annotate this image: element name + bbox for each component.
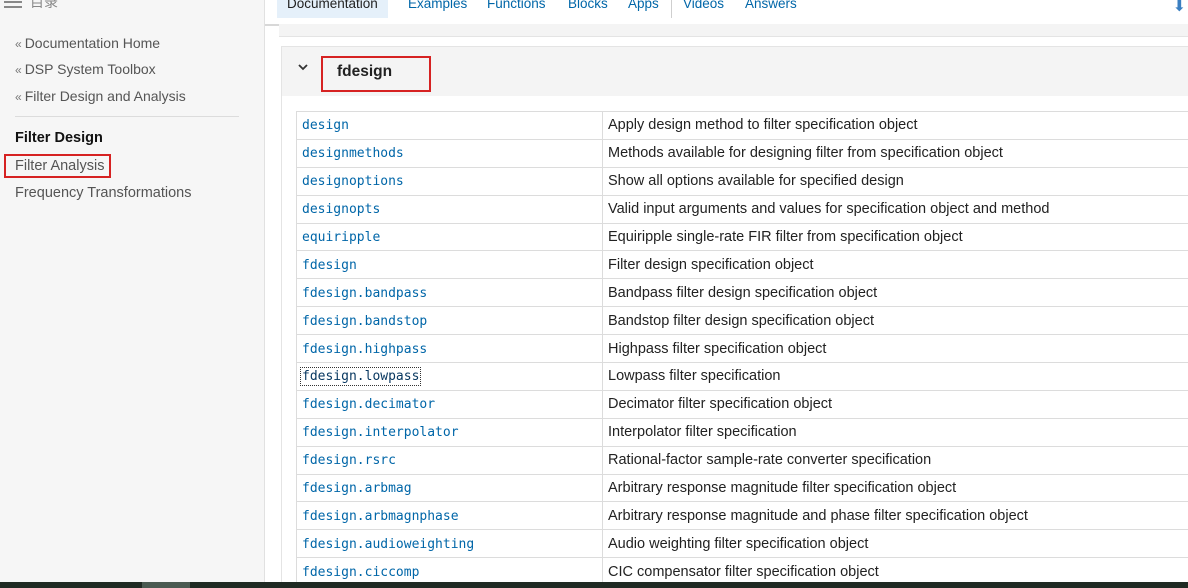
nav-underline-strip bbox=[279, 24, 1188, 37]
tab-apps[interactable]: Apps bbox=[628, 0, 659, 14]
table-row: fdesign.bandpass Bandpass filter design s… bbox=[296, 278, 1188, 308]
nav-divider bbox=[671, 0, 672, 18]
tab-answers[interactable]: Answers bbox=[745, 0, 797, 14]
function-description: Methods available for designing filter f… bbox=[602, 138, 1188, 168]
function-link[interactable]: designmethods bbox=[302, 146, 404, 161]
hamburger-icon bbox=[4, 0, 22, 8]
function-link[interactable]: fdesign.rsrc bbox=[302, 453, 396, 468]
tab-videos[interactable]: Videos bbox=[683, 0, 724, 14]
function-link[interactable]: fdesign.bandstop bbox=[302, 314, 427, 329]
function-description: Interpolator filter specification bbox=[602, 417, 1188, 447]
function-link[interactable]: fdesign.interpolator bbox=[302, 425, 459, 440]
function-description: Filter design specification object bbox=[602, 250, 1188, 280]
function-description: Audio weighting filter specification obj… bbox=[602, 529, 1188, 559]
function-name-cell: fdesign.rsrc bbox=[296, 445, 603, 475]
chevron-down-icon[interactable] bbox=[298, 62, 308, 72]
back-chevron-icon: « bbox=[15, 37, 22, 51]
function-name-cell: fdesign.bandstop bbox=[296, 306, 603, 336]
breadcrumb-filter-design-analysis[interactable]: «Filter Design and Analysis bbox=[15, 88, 186, 104]
table-row: fdesign.rsrc Rational-factor sample-rate … bbox=[296, 445, 1188, 475]
function-link[interactable]: fdesign.highpass bbox=[302, 342, 427, 357]
top-nav: Documentation Examples Functions Blocks … bbox=[265, 0, 1188, 26]
toc-toggle[interactable]: 目录 bbox=[4, 0, 58, 12]
annotation-highlight-box bbox=[321, 56, 431, 92]
table-row: fdesign Filter design specification objec… bbox=[296, 250, 1188, 280]
function-name-cell: designoptions bbox=[296, 166, 603, 196]
function-link[interactable]: fdesign.lowpass bbox=[299, 367, 422, 387]
function-description: Bandstop filter design specification obj… bbox=[602, 306, 1188, 336]
function-link[interactable]: fdesign.bandpass bbox=[302, 286, 427, 301]
table-row: fdesign.highpass Highpass filter specific… bbox=[296, 334, 1188, 364]
table-row: design Apply design method to filter spec… bbox=[296, 111, 1188, 140]
function-description: Valid input arguments and values for spe… bbox=[602, 194, 1188, 224]
table-row: fdesign.interpolator Interpolator filter … bbox=[296, 417, 1188, 447]
function-link[interactable]: fdesign bbox=[302, 258, 357, 273]
breadcrumb-documentation-home[interactable]: «Documentation Home bbox=[15, 35, 160, 51]
function-name-cell: fdesign.bandpass bbox=[296, 278, 603, 308]
table-row: fdesign.lowpass Lowpass filter specificat… bbox=[296, 362, 1188, 391]
annotation-highlight-box bbox=[4, 154, 111, 178]
function-link[interactable]: designoptions bbox=[302, 174, 404, 189]
sidebar-divider bbox=[15, 116, 239, 117]
function-name-cell: fdesign.audioweighting bbox=[296, 529, 603, 559]
taskbar bbox=[0, 582, 1188, 588]
function-link[interactable]: equiripple bbox=[302, 230, 380, 245]
function-description: Bandpass filter design specification obj… bbox=[602, 278, 1188, 308]
function-description: Apply design method to filter specificat… bbox=[602, 111, 1188, 140]
sidebar-item-frequency-transformations[interactable]: Frequency Transformations bbox=[15, 185, 192, 201]
download-arrow-icon[interactable]: ⬇ bbox=[1173, 0, 1186, 15]
tab-documentation[interactable]: Documentation bbox=[277, 0, 388, 18]
function-link[interactable]: design bbox=[302, 118, 349, 133]
function-name-cell: equiripple bbox=[296, 222, 603, 252]
function-name-cell: designopts bbox=[296, 194, 603, 224]
function-link[interactable]: fdesign.audioweighting bbox=[302, 537, 474, 552]
function-description: Lowpass filter specification bbox=[602, 362, 1188, 391]
function-name-cell: fdesign.interpolator bbox=[296, 417, 603, 447]
sidebar: 目录 «Documentation Home «DSP System Toolb… bbox=[0, 0, 265, 582]
function-link[interactable]: fdesign.arbmag bbox=[302, 481, 412, 496]
function-name-cell: fdesign.arbmagnphase bbox=[296, 501, 603, 531]
table-row: fdesign.arbmag Arbitrary response magnitu… bbox=[296, 473, 1188, 503]
breadcrumb-label: DSP System Toolbox bbox=[24, 61, 156, 77]
breadcrumb-dsp-system-toolbox[interactable]: «DSP System Toolbox bbox=[15, 61, 156, 77]
function-name-cell: fdesign.lowpass bbox=[296, 362, 603, 391]
table-row: designoptions Show all options available … bbox=[296, 166, 1188, 196]
function-link[interactable]: designopts bbox=[302, 202, 380, 217]
tab-examples[interactable]: Examples bbox=[408, 0, 467, 14]
table-row: fdesign.decimator Decimator filter specif… bbox=[296, 389, 1188, 419]
function-description: Show all options available for specified… bbox=[602, 166, 1188, 196]
function-description: Arbitrary response magnitude and phase f… bbox=[602, 501, 1188, 531]
back-chevron-icon: « bbox=[15, 63, 22, 77]
function-description: Arbitrary response magnitude filter spec… bbox=[602, 473, 1188, 503]
table-row: fdesign.audioweighting Audio weighting fi… bbox=[296, 529, 1188, 559]
sidebar-item-filter-design[interactable]: Filter Design bbox=[15, 130, 103, 146]
function-description: Equiripple single-rate FIR filter from s… bbox=[602, 222, 1188, 252]
tab-functions[interactable]: Functions bbox=[487, 0, 546, 14]
function-link[interactable]: fdesign.decimator bbox=[302, 397, 435, 412]
function-name-cell: fdesign.arbmag bbox=[296, 473, 603, 503]
table-row: fdesign.bandstop Bandstop filter design s… bbox=[296, 306, 1188, 336]
table-row: designopts Valid input arguments and valu… bbox=[296, 194, 1188, 224]
table-row: fdesign.arbmagnphase Arbitrary response m… bbox=[296, 501, 1188, 531]
toc-label: 目录 bbox=[30, 0, 58, 11]
function-name-cell: fdesign bbox=[296, 250, 603, 280]
taskbar-item[interactable] bbox=[142, 582, 190, 588]
function-description: Rational-factor sample-rate converter sp… bbox=[602, 445, 1188, 475]
function-name-cell: design bbox=[296, 111, 603, 140]
function-name-cell: designmethods bbox=[296, 138, 603, 168]
table-row: designmethods Methods available for desig… bbox=[296, 138, 1188, 168]
breadcrumb-label: Filter Design and Analysis bbox=[24, 88, 186, 104]
function-description: Decimator filter specification object bbox=[602, 389, 1188, 419]
table-row: equiripple Equiripple single-rate FIR fil… bbox=[296, 222, 1188, 252]
function-name-cell: fdesign.highpass bbox=[296, 334, 603, 364]
tab-blocks[interactable]: Blocks bbox=[568, 0, 608, 14]
back-chevron-icon: « bbox=[15, 90, 22, 104]
function-name-cell: fdesign.decimator bbox=[296, 389, 603, 419]
function-link[interactable]: fdesign.arbmagnphase bbox=[302, 509, 459, 524]
function-description: Highpass filter specification object bbox=[602, 334, 1188, 364]
function-link[interactable]: fdesign.ciccomp bbox=[302, 565, 419, 580]
breadcrumb-label: Documentation Home bbox=[24, 35, 161, 51]
function-table: design Apply design method to filter spec… bbox=[296, 111, 1188, 587]
